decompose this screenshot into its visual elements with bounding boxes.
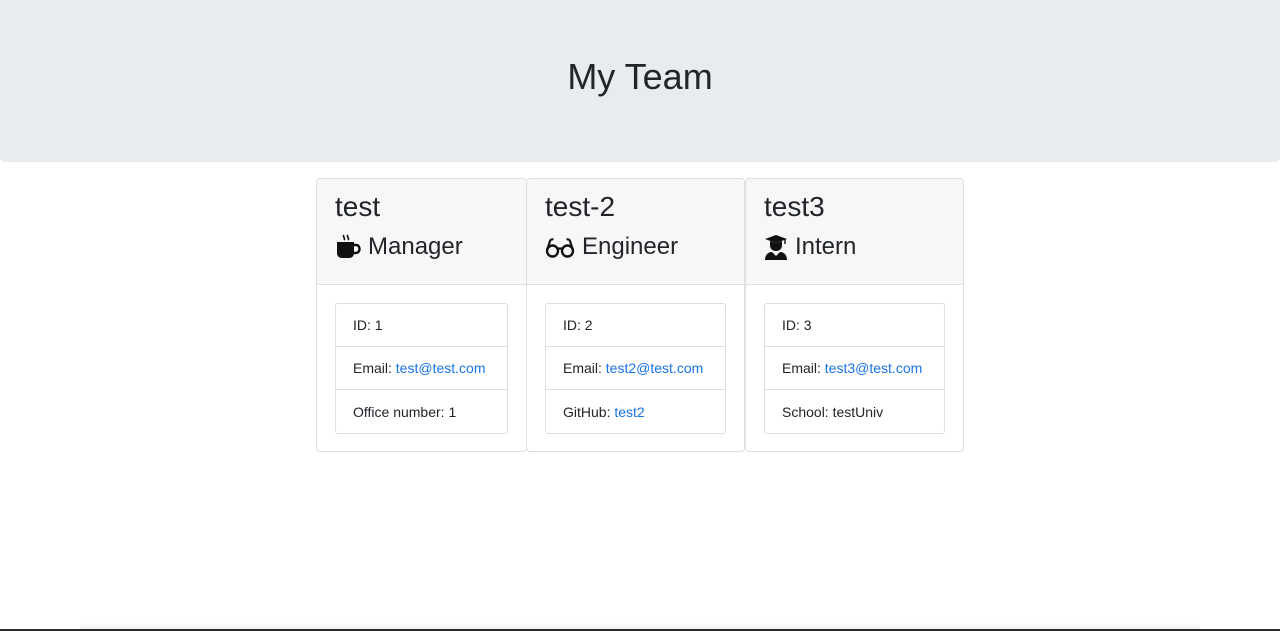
coffee-mug-icon bbox=[335, 234, 361, 260]
card-header: test3 Intern bbox=[746, 179, 963, 285]
email-label: Email: bbox=[782, 360, 825, 376]
info-list: ID: 2 Email: test2@test.com GitHub: test… bbox=[545, 303, 726, 434]
role-label: Manager bbox=[368, 233, 463, 260]
email-link[interactable]: test@test.com bbox=[396, 360, 486, 376]
info-list: ID: 3 Email: test3@test.com School: test… bbox=[764, 303, 945, 434]
office-number-label: Office number: bbox=[353, 403, 449, 420]
info-list: ID: 1 Email: test@test.com Office number… bbox=[335, 303, 508, 434]
card-body: ID: 3 Email: test3@test.com School: test… bbox=[746, 285, 963, 434]
employee-card-manager: test Manager ID: 1 Email: test@test.com bbox=[316, 178, 527, 452]
id-label: ID: bbox=[563, 317, 585, 333]
id-label: ID: bbox=[782, 317, 804, 333]
github-item: GitHub: test2 bbox=[546, 390, 725, 433]
email-link[interactable]: test3@test.com bbox=[825, 360, 922, 376]
email-label: Email: bbox=[353, 360, 396, 376]
id-item: ID: 3 bbox=[765, 304, 944, 347]
graduate-icon bbox=[764, 234, 788, 260]
page-header: My Team bbox=[0, 0, 1280, 162]
employee-card-engineer: test-2 Engineer ID: 2 Email: test2@test.… bbox=[526, 178, 745, 452]
id-value: 1 bbox=[374, 317, 383, 333]
email-item: Email: test3@test.com bbox=[765, 347, 944, 390]
role-label: Intern bbox=[795, 233, 857, 260]
id-item: ID: 2 bbox=[546, 304, 725, 347]
id-value: 2 bbox=[584, 317, 593, 333]
role-label: Engineer bbox=[582, 233, 679, 260]
card-header: test-2 Engineer bbox=[527, 179, 744, 285]
employee-role: Intern bbox=[764, 233, 945, 261]
card-body: ID: 2 Email: test2@test.com GitHub: test… bbox=[527, 285, 744, 434]
office-number-item: Office number: 1 bbox=[336, 390, 507, 433]
github-label: GitHub: bbox=[563, 403, 615, 420]
employee-role: Manager bbox=[335, 233, 508, 261]
email-label: Email: bbox=[563, 360, 606, 376]
employee-card-intern: test3 Intern ID: 3 Email: test3@test.com bbox=[745, 178, 964, 452]
card-header: test Manager bbox=[317, 179, 526, 285]
email-item: Email: test@test.com bbox=[336, 347, 507, 390]
github-link[interactable]: test2 bbox=[614, 404, 644, 420]
email-item: Email: test2@test.com bbox=[546, 347, 725, 390]
id-value: 3 bbox=[803, 317, 812, 333]
id-label: ID: bbox=[353, 317, 375, 333]
school-item: School: testUniv bbox=[765, 390, 944, 433]
id-item: ID: 1 bbox=[336, 304, 507, 347]
employee-role: Engineer bbox=[545, 233, 726, 261]
card-body: ID: 1 Email: test@test.com Office number… bbox=[317, 285, 526, 434]
glasses-icon bbox=[545, 234, 575, 260]
office-number-value: 1 bbox=[448, 403, 457, 420]
school-value: testUniv bbox=[832, 403, 884, 420]
page-title: My Team bbox=[567, 56, 713, 97]
employee-name: test bbox=[335, 191, 381, 222]
email-link[interactable]: test2@test.com bbox=[606, 360, 703, 376]
employee-name: test3 bbox=[764, 191, 825, 222]
school-label: School: bbox=[782, 403, 833, 420]
employee-name: test-2 bbox=[545, 191, 616, 222]
